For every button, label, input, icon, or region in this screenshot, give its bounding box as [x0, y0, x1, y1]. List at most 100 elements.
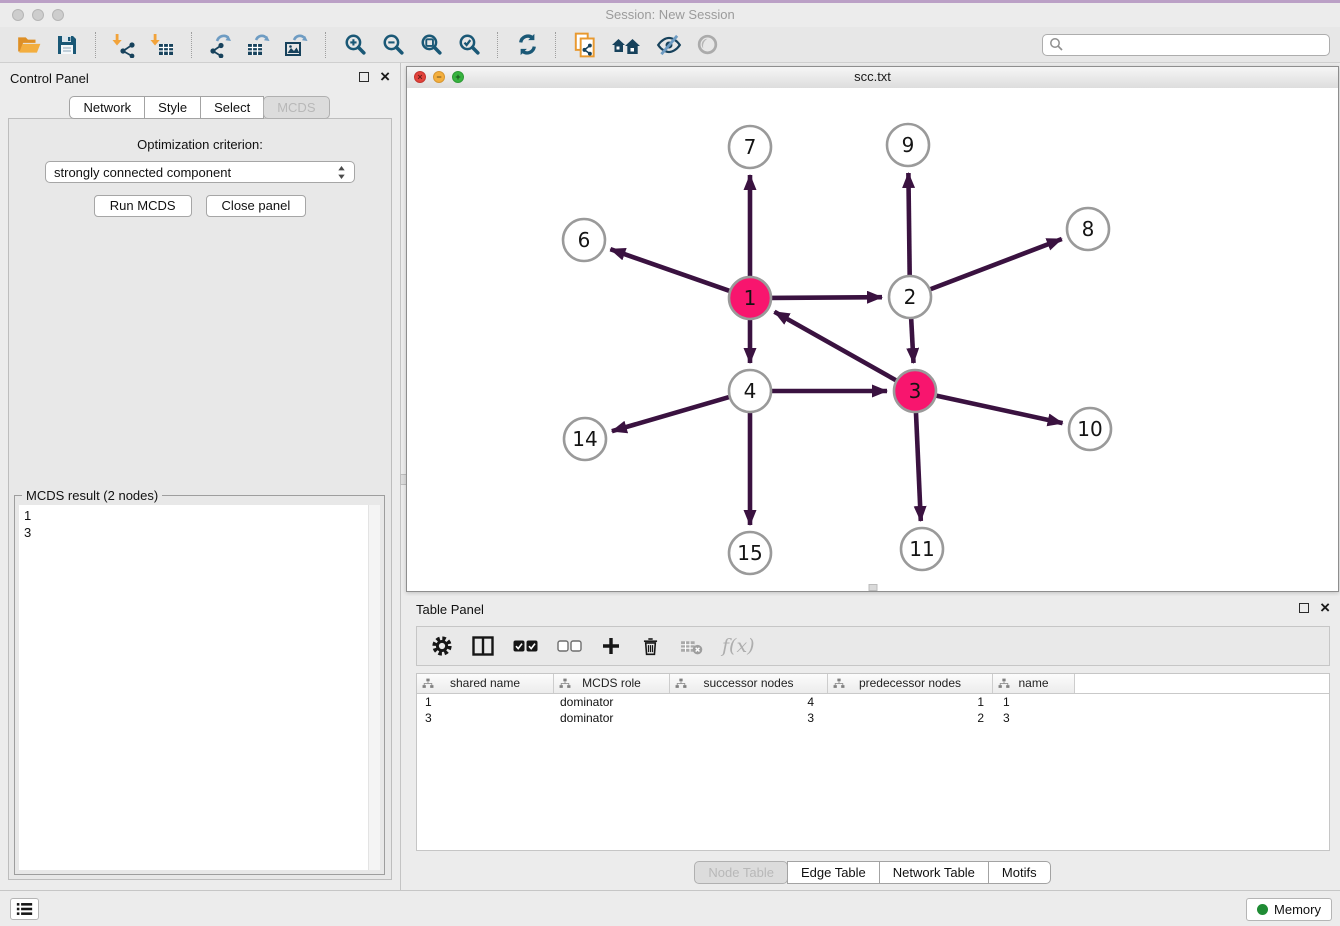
table-cell[interactable]: 3 [417, 710, 554, 726]
table-toolbar: f(x) [416, 626, 1330, 666]
add-column-button[interactable] [601, 636, 621, 656]
tab-edge-table[interactable]: Edge Table [787, 861, 880, 884]
column-header-shared-name[interactable]: shared name [417, 674, 554, 693]
graph-edge-2-9[interactable] [908, 173, 909, 277]
table-cell[interactable]: dominator [554, 694, 670, 710]
window-titlebar: Session: New Session [0, 3, 1340, 28]
mcds-result-group: MCDS result (2 nodes) 1 3 [14, 495, 385, 875]
import-table-button[interactable] [147, 30, 179, 60]
show-graphics-details-button[interactable] [691, 30, 723, 60]
zoom-fit-button[interactable] [415, 30, 447, 60]
network-window-close-button[interactable]: × [414, 71, 426, 83]
graph-node-label: 3 [909, 379, 922, 403]
toolbar-separator [497, 32, 499, 58]
close-panel-button[interactable]: Close panel [206, 195, 307, 217]
tab-style[interactable]: Style [144, 96, 201, 119]
header-filler [1075, 674, 1329, 693]
table-cell[interactable]: 3 [993, 710, 1075, 726]
tab-network-table[interactable]: Network Table [879, 861, 989, 884]
column-header-mcds-role[interactable]: MCDS role [554, 674, 670, 693]
graph-edge-1-2[interactable] [770, 297, 882, 298]
task-history-button[interactable] [10, 898, 39, 920]
export-network-button[interactable] [205, 30, 237, 60]
delete-table-button[interactable] [680, 637, 703, 656]
close-table-panel-icon[interactable]: × [1320, 602, 1330, 613]
zoom-in-button[interactable] [339, 30, 371, 60]
row-filler [1075, 694, 1329, 710]
network-window-title: scc.txt [407, 67, 1338, 87]
close-panel-icon[interactable]: × [380, 71, 390, 82]
table-cell[interactable]: 2 [828, 710, 993, 726]
open-session-button[interactable] [13, 30, 45, 60]
network-home-button[interactable] [607, 30, 647, 60]
graph-edge-3-10[interactable] [935, 395, 1063, 423]
window-zoom-button[interactable] [52, 9, 64, 21]
columns-icon [472, 636, 494, 656]
graph-edge-2-3[interactable] [911, 317, 913, 363]
table-settings-button[interactable] [431, 635, 453, 657]
network-window-zoom-button[interactable]: + [452, 71, 464, 83]
mcds-result-list[interactable]: 1 3 [19, 505, 380, 870]
table-row[interactable]: 1dominator411 [417, 694, 1329, 710]
mcds-panel: Optimization criterion: strongly connect… [8, 118, 392, 880]
split-view-button[interactable] [472, 636, 494, 656]
column-header-name[interactable]: name [993, 674, 1075, 693]
gear-icon [431, 635, 453, 657]
network-window-titlebar[interactable]: × − + scc.txt [407, 67, 1338, 89]
export-table-button[interactable] [243, 30, 275, 60]
hide-graphics-details-button[interactable] [653, 30, 685, 60]
graph-edge-4-14[interactable] [612, 397, 731, 432]
apply-function-button[interactable]: f(x) [722, 635, 755, 657]
window-title: Session: New Session [0, 3, 1340, 27]
delete-column-button[interactable] [640, 635, 661, 657]
tab-motifs[interactable]: Motifs [988, 861, 1051, 884]
window-close-button[interactable] [12, 9, 24, 21]
dropdown-value: strongly connected component [54, 165, 231, 180]
select-all-button[interactable] [513, 639, 538, 653]
memory-button[interactable]: Memory [1246, 898, 1332, 921]
optimization-criterion-dropdown[interactable]: strongly connected component [45, 161, 355, 183]
float-table-panel-icon[interactable] [1299, 603, 1309, 613]
float-panel-icon[interactable] [359, 72, 369, 82]
network-window-minimize-button[interactable]: − [433, 71, 445, 83]
import-network-button[interactable] [109, 30, 141, 60]
network-graph: 7968124314101511 [407, 88, 1338, 591]
graph-edge-2-8[interactable] [929, 239, 1062, 290]
tab-mcds[interactable]: MCDS [263, 96, 329, 119]
zoom-in-icon [343, 32, 368, 57]
table-cell[interactable]: 1 [417, 694, 554, 710]
zoom-selected-button[interactable] [453, 30, 485, 60]
table-row[interactable]: 3dominator323 [417, 710, 1329, 726]
checked-boxes-icon [513, 639, 538, 653]
network-canvas[interactable]: 7968124314101511 [407, 88, 1338, 591]
result-scrollbar[interactable] [368, 505, 380, 870]
table-panel: Table Panel × f(x) shared nameMCDS roles… [406, 596, 1340, 890]
zoom-out-button[interactable] [377, 30, 409, 60]
mcds-result-title: MCDS result (2 nodes) [22, 488, 162, 503]
tab-network[interactable]: Network [69, 96, 145, 119]
save-session-button[interactable] [51, 30, 83, 60]
table-cell[interactable]: dominator [554, 710, 670, 726]
window-minimize-button[interactable] [32, 9, 44, 21]
run-mcds-button[interactable]: Run MCDS [94, 195, 192, 217]
table-cell[interactable]: 4 [670, 694, 828, 710]
export-image-button[interactable] [281, 30, 313, 60]
column-header-predecessor-nodes[interactable]: predecessor nodes [828, 674, 993, 693]
column-header-successor-nodes[interactable]: successor nodes [670, 674, 828, 693]
window-resize-handle[interactable] [868, 584, 877, 591]
graph-edge-1-6[interactable] [610, 249, 731, 291]
graph-edge-3-11[interactable] [916, 411, 921, 521]
table-cell[interactable]: 1 [993, 694, 1075, 710]
table-cell[interactable]: 3 [670, 710, 828, 726]
tab-select[interactable]: Select [200, 96, 264, 119]
refresh-view-button[interactable] [511, 30, 543, 60]
deselect-all-button[interactable] [557, 639, 582, 653]
clone-network-button[interactable] [569, 30, 601, 60]
hierarchy-icon [998, 678, 1010, 689]
table-cell[interactable]: 1 [828, 694, 993, 710]
home-icon [610, 33, 644, 57]
tab-node-table[interactable]: Node Table [694, 861, 788, 884]
search-input[interactable] [1068, 37, 1323, 53]
graph-edge-3-1[interactable] [774, 312, 897, 382]
toolbar-separator [191, 32, 193, 58]
